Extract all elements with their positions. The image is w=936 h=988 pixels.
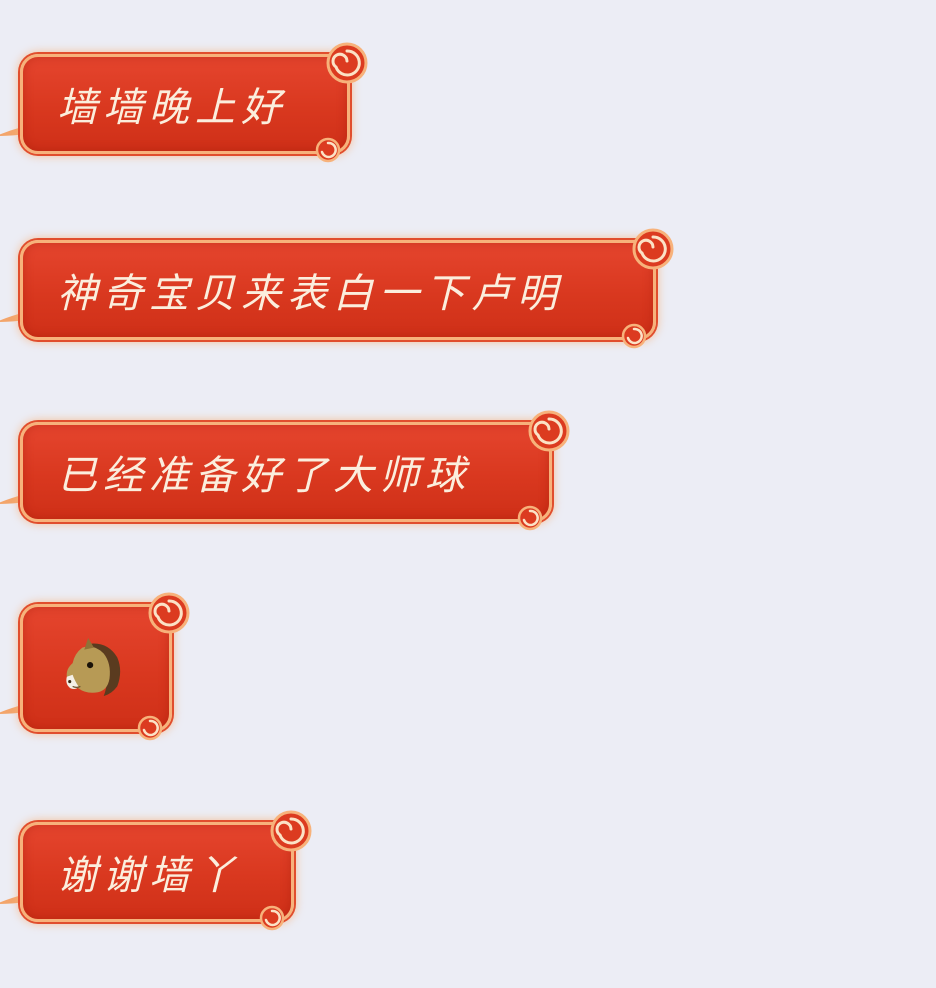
message-bubble[interactable]: 谢谢墙丫 (0, 810, 312, 931)
message-text: 已经准备好了大师球 (57, 453, 471, 499)
cloud-swirl-ornament-icon (270, 810, 312, 852)
cloud-swirl-ornament-icon (621, 323, 647, 349)
message-bubble[interactable]: 已经准备好了大师球 (0, 410, 570, 531)
message-text: 神奇宝贝来表白一下卢明 (57, 271, 563, 317)
cloud-swirl-ornament-icon (315, 137, 341, 163)
message-text: 谢谢墙丫 (57, 853, 241, 899)
message-bubble[interactable]: 神奇宝贝来表白一下卢明 (0, 228, 674, 349)
message-bubble[interactable]: 墙墙晚上好 (0, 42, 368, 163)
cloud-swirl-ornament-icon (517, 505, 543, 531)
cloud-swirl-ornament-icon (326, 42, 368, 84)
message-text: 墙墙晚上好 (57, 85, 287, 131)
cloud-swirl-ornament-icon (632, 228, 674, 270)
cloud-swirl-ornament-icon (148, 592, 190, 634)
cloud-swirl-ornament-icon (259, 905, 285, 931)
cloud-swirl-ornament-icon (137, 715, 163, 741)
chat-area: 墙墙晚上好 神奇宝贝来表白一下卢明 已经准备好了大师球 谢谢墙丫 (0, 0, 936, 988)
message-bubble[interactable] (0, 592, 190, 741)
cloud-swirl-ornament-icon (528, 410, 570, 452)
horse-face-icon (66, 637, 121, 697)
